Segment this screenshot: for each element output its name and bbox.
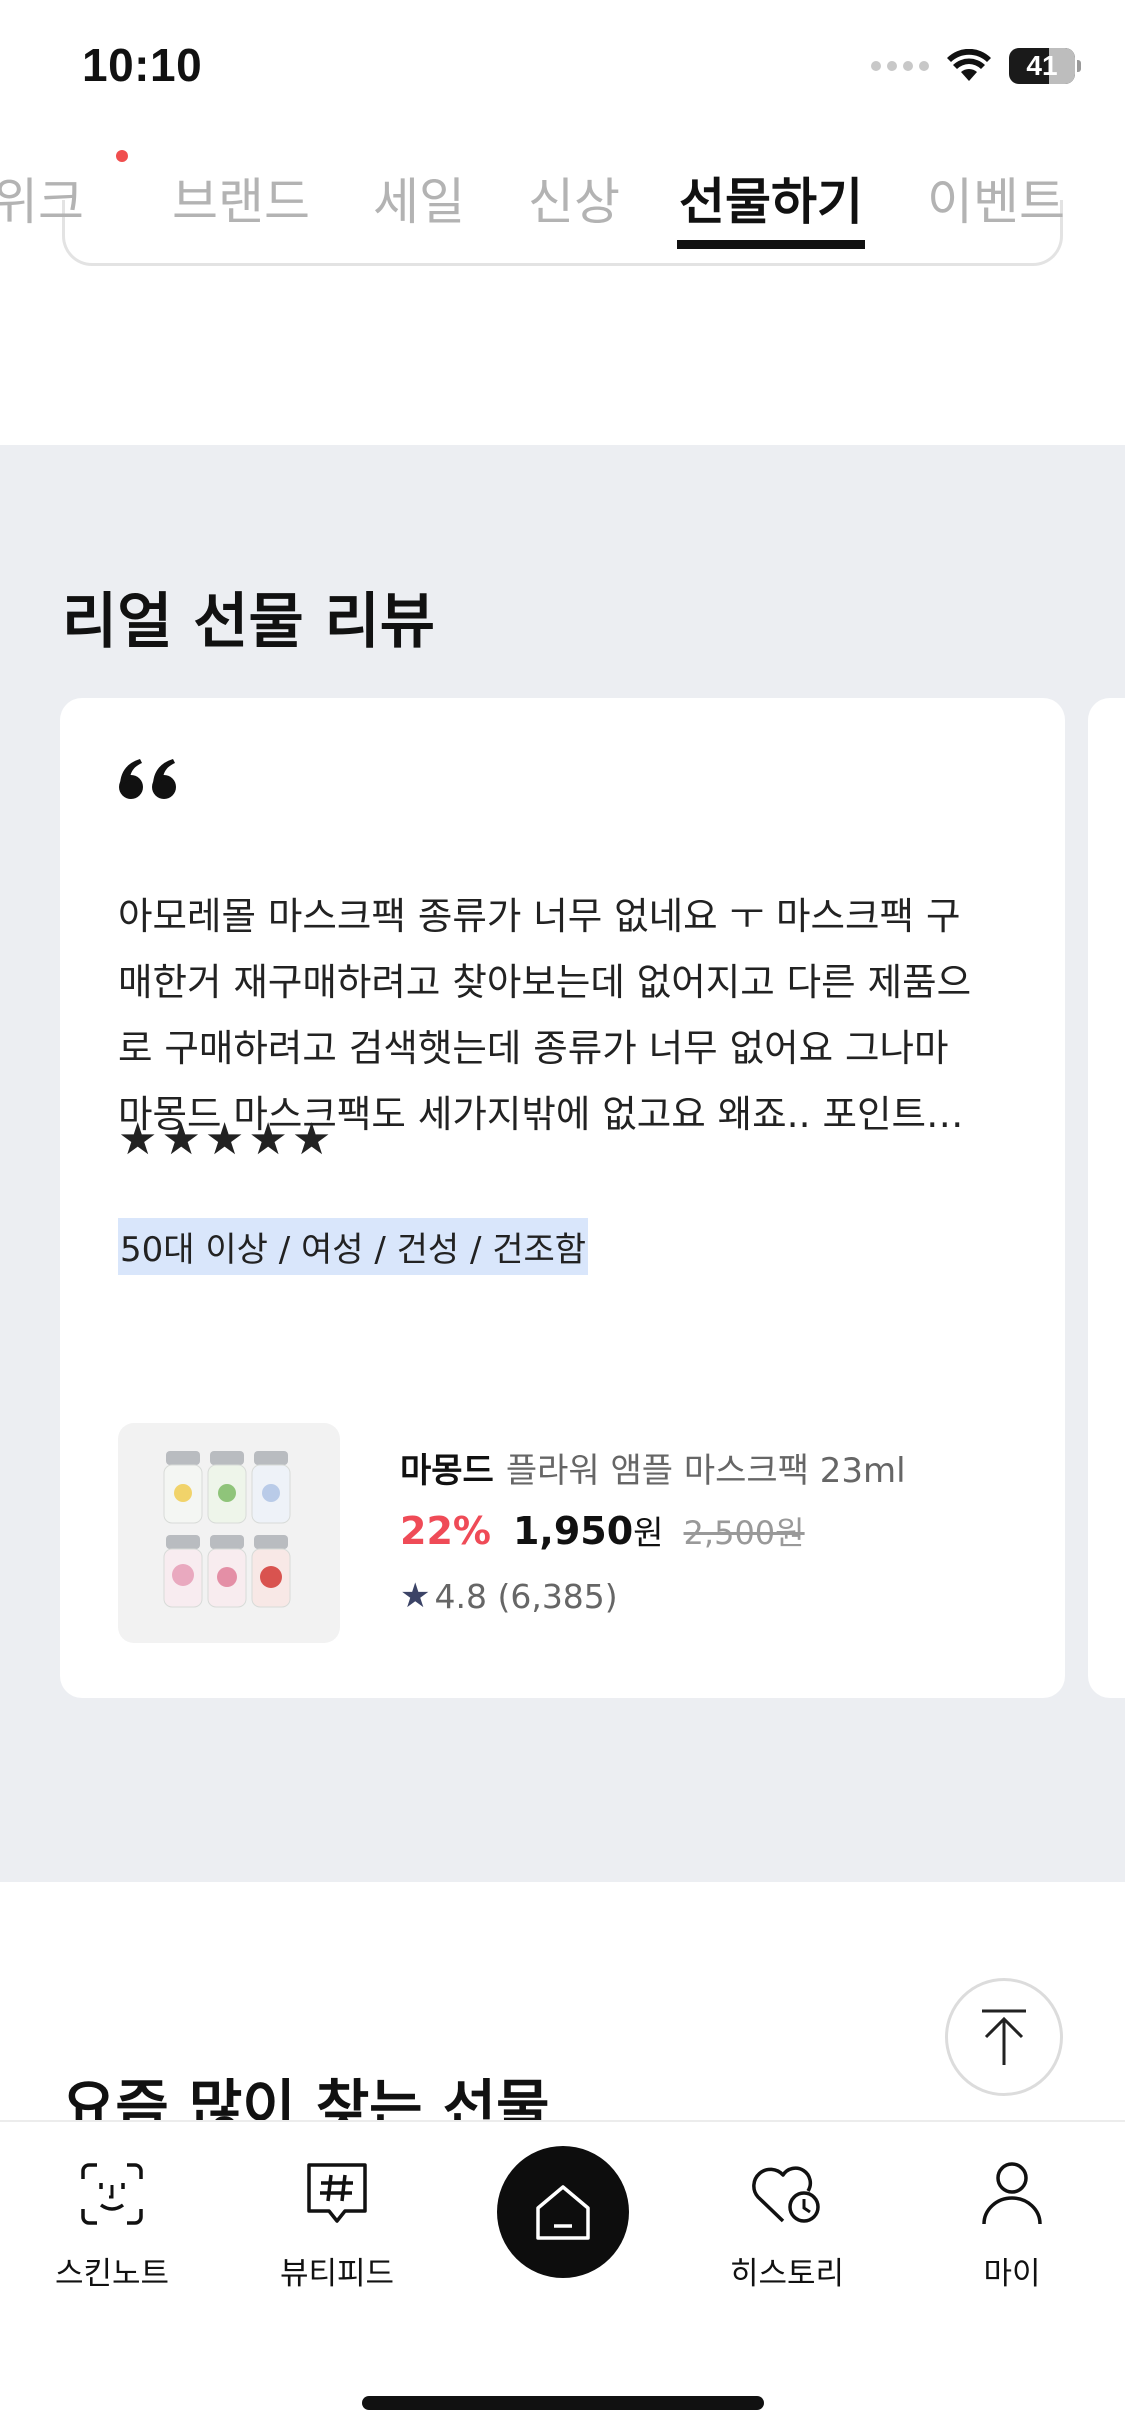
nav-label: 뷰티피드 [279,2256,395,2292]
arrow-up-icon [982,2009,1026,2065]
active-tab-indicator [677,240,865,249]
review-card[interactable]: 아모레몰 마스크팩 종류가 너무 없네요 ㅜ 마스크팩 구 매한거 재구매하려고… [60,698,1065,1698]
status-time: 10:10 [82,39,203,91]
face-scan-icon [79,2154,145,2234]
next-review-card-peek[interactable] [1088,698,1125,1698]
rating-star-icon: ★ [400,1576,431,1616]
currency-unit: 원 [633,1513,664,1552]
tab-gift[interactable]: 선물하기 [679,162,863,234]
tab-event[interactable]: 이벤트 [927,162,1065,234]
real-gift-review-section: 리얼 선물 리뷰 아모레몰 마스크팩 종류가 너무 없네요 ㅜ 마스크팩 구 매… [0,445,1125,1882]
heart-history-icon [750,2154,824,2234]
product-image[interactable] [118,1423,340,1643]
product-rating-row: ★ 4.8 (6,385) [400,1576,906,1616]
star-icon: ★ [291,1114,332,1165]
quote-icon [118,758,180,804]
person-icon [980,2154,1044,2234]
popular-gifts-title: 요즘 많이 찾는 선물 [62,2073,550,2120]
hashtag-chat-icon [303,2154,371,2234]
product-rating: 4.8 (6,385) [434,1576,618,1616]
nav-label: 마이 [983,2256,1041,2292]
mask-pack-bottles [163,1451,291,1608]
nav-label: 히스토리 [729,2256,845,2292]
tab-new[interactable]: 신상 [528,162,620,234]
review-rating-stars: ★ ★ ★ ★ ★ [118,1118,331,1162]
nav-skin-note[interactable]: 스킨노트 [12,2154,212,2293]
battery-level-text: 41 [1026,50,1058,81]
nav-history[interactable]: 히스토리 [687,2154,887,2293]
product-brand: 마몽드 [400,1451,494,1491]
reviewer-profile-tag: 50대 이상 / 여성 / 건성 / 건조함 [118,1218,589,1275]
scroll-to-top-button[interactable] [945,1978,1063,2096]
nav-label: 스킨노트 [54,2256,170,2292]
cellular-signal-icon [871,61,929,71]
nav-my[interactable]: 마이 [912,2154,1112,2293]
review-text-line: 아모레몰 마스크팩 종류가 너무 없네요 ㅜ 마스크팩 구 [118,894,961,938]
product-name-row: 마몽드 플라워 앰플 마스크팩 23ml [400,1443,906,1492]
product-name: 플라워 앰플 마스크팩 23ml [505,1451,906,1491]
status-indicators: 41 [871,48,1081,84]
battery-icon: 41 [1009,48,1081,84]
review-text: 아모레몰 마스크팩 종류가 너무 없네요 ㅜ 마스크팩 구 매한거 재구매하려고… [118,883,1018,1147]
original-price: 2,500원 [683,1514,805,1552]
tab-brand[interactable]: 브랜드 [172,162,310,234]
status-bar: 10:10 41 [0,0,1125,140]
star-icon: ★ [161,1114,201,1165]
price-row: 22% 1,950 원 2,500원 [400,1506,906,1554]
tab-week[interactable]: 위크 [0,162,84,234]
category-tabs: 위크 브랜드 세일 신상 선물하기 이벤트 [0,140,1125,255]
home-indicator-bar [362,2396,764,2410]
product-info[interactable]: 마몽드 플라워 앰플 마스크팩 23ml 22% 1,950 원 2,500원 ★… [400,1443,906,1616]
nav-beauty-feed[interactable]: 뷰티피드 [237,2154,437,2293]
home-icon [536,2185,590,2240]
star-icon: ★ [118,1114,158,1165]
star-icon: ★ [248,1114,288,1165]
wifi-icon [947,49,991,83]
new-badge-dot [116,150,128,162]
star-icon: ★ [204,1114,245,1165]
review-text-line: 로 구매하려고 검색햇는데 종류가 너무 없어요 그나마 [118,1026,949,1070]
section-title: 리얼 선물 리뷰 [62,587,435,657]
bottom-navigation: 스킨노트 뷰티피드 히스토리 마이 [0,2120,1125,2436]
sale-price: 1,950 [512,1509,634,1553]
discount-rate: 22% [400,1509,491,1553]
home-button[interactable] [497,2146,629,2278]
review-text-line: 매한거 재구매하려고 찾아보는데 없어지고 다른 제품으 [118,960,972,1004]
tab-sale[interactable]: 세일 [373,162,465,234]
